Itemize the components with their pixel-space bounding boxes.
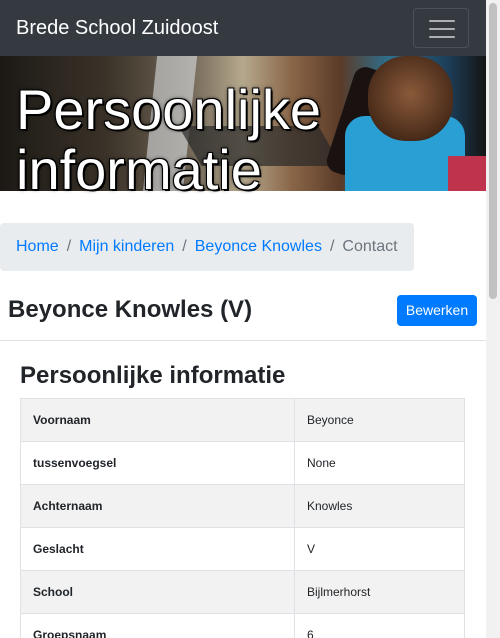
row-label: Groepsnaam — [20, 613, 295, 638]
student-name-title: Beyonce Knowles (V) — [8, 296, 253, 323]
breadcrumb-home-link[interactable]: Home — [16, 238, 59, 255]
row-value: Knowles — [294, 484, 465, 528]
table-row: School Bijlmerhorst — [20, 570, 465, 614]
row-value: Beyonce — [294, 398, 465, 442]
table-row: Groepsnaam 6 — [20, 613, 465, 638]
edit-button[interactable]: Bewerken — [397, 295, 477, 326]
breadcrumb: Home / Mijn kinderen / Beyonce Knowles / Conta… — [0, 223, 414, 271]
hamburger-menu-icon-line — [429, 28, 455, 30]
row-value: 6 — [294, 613, 465, 638]
breadcrumb-separator: / — [329, 238, 335, 255]
row-value: Bijlmerhorst — [294, 570, 465, 614]
row-label: Voornaam — [20, 398, 295, 442]
row-label: School — [20, 570, 295, 614]
row-label: Achternaam — [20, 484, 295, 528]
hamburger-menu-icon-line — [429, 36, 455, 38]
scrollbar-thumb[interactable] — [489, 3, 497, 299]
table-row: Voornaam Beyonce — [20, 398, 465, 442]
breadcrumb-current: Contact — [342, 238, 398, 255]
navbar-toggler-button[interactable] — [413, 8, 469, 48]
hamburger-menu-icon — [429, 20, 455, 22]
navbar: Brede School Zuidoost — [0, 0, 486, 56]
breadcrumb-child-link[interactable]: Beyonce Knowles — [195, 238, 322, 255]
row-label: tussenvoegsel — [20, 441, 295, 485]
breadcrumb-separator: / — [182, 238, 187, 255]
hero-title: Persoonlijke informatie — [16, 78, 322, 201]
breadcrumb-children-link[interactable]: Mijn kinderen — [79, 238, 174, 255]
table-row: Geslacht V — [20, 527, 465, 571]
navbar-brand[interactable]: Brede School Zuidoost — [16, 16, 218, 40]
table-row: tussenvoegsel None — [20, 441, 465, 485]
row-label: Geslacht — [20, 527, 295, 571]
personal-info-table: Voornaam Beyonce tussenvoegsel None Acht… — [20, 398, 465, 638]
table-row: Achternaam Knowles — [20, 484, 465, 528]
card-header: Beyonce Knowles (V) Bewerken — [0, 284, 486, 341]
row-value: V — [294, 527, 465, 571]
section-title: Persoonlijke informatie — [20, 362, 286, 389]
row-value: None — [294, 441, 465, 485]
breadcrumb-separator: / — [66, 238, 72, 255]
